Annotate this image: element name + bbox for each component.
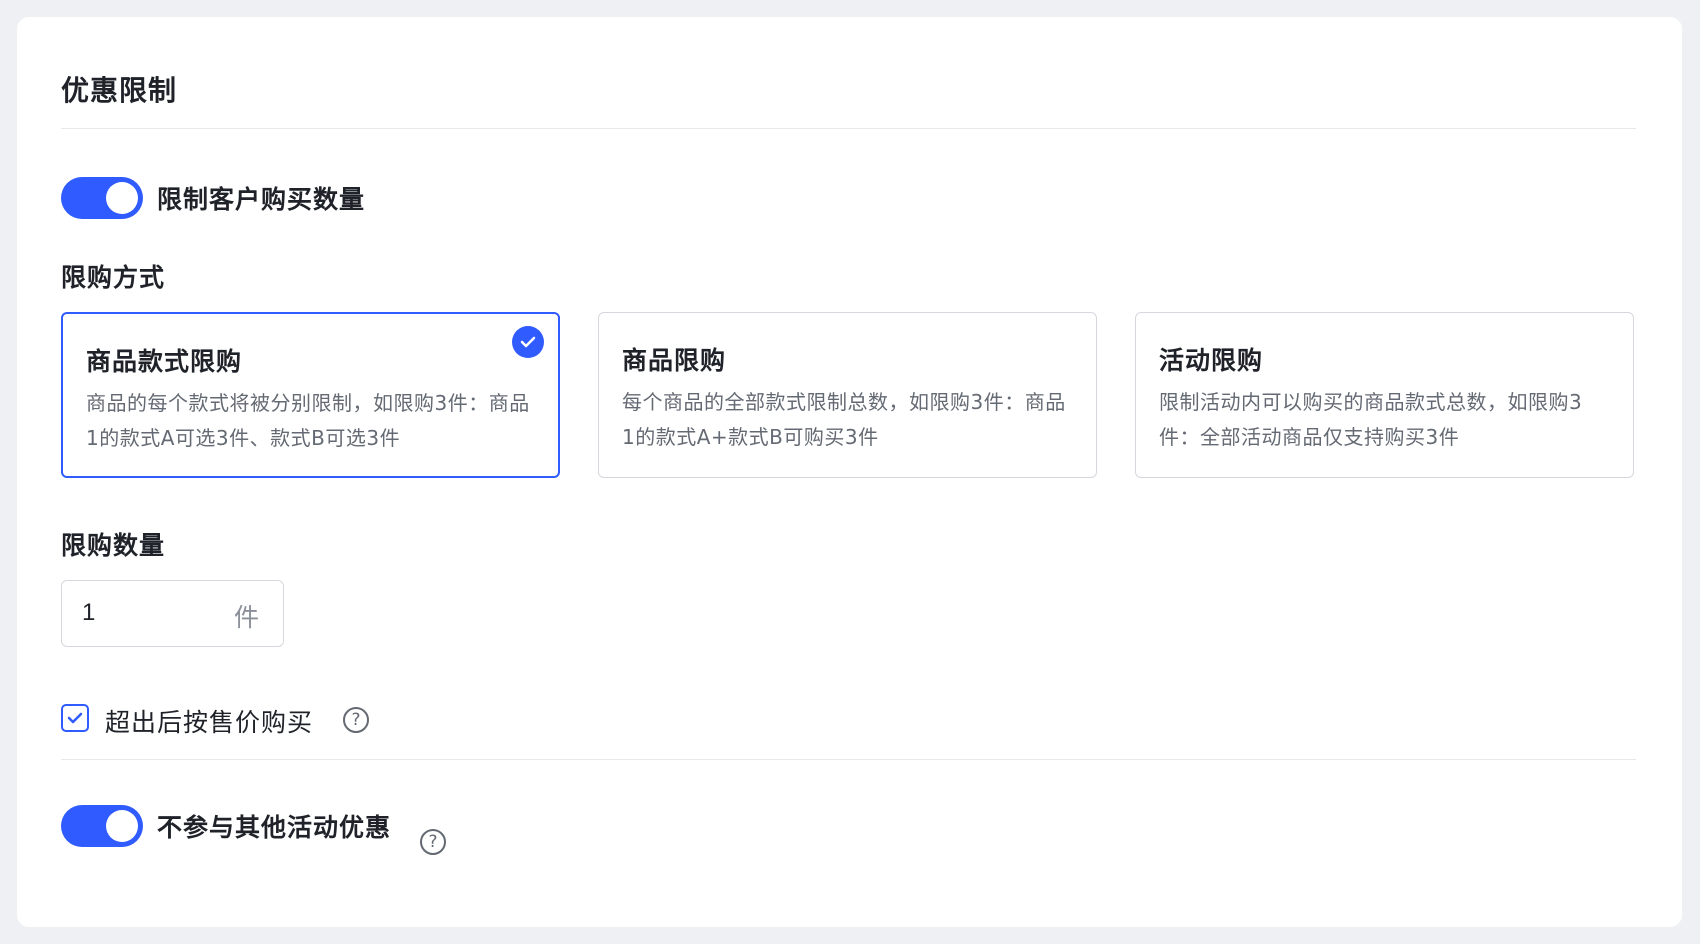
section-divider (61, 759, 1636, 760)
quantity-unit: 件 (233, 603, 259, 632)
toggle-knob (106, 182, 138, 214)
limit-purchase-toggle[interactable] (61, 177, 143, 219)
option-product-limit[interactable]: 商品限购 每个商品的全部款式限制总数，如限购3件：商品1的款式A+款式B可购买3… (598, 312, 1097, 478)
option-description: 商品的每个款式将被分别限制，如限购3件：商品1的款式A可选3件、款式B可选3件 (86, 391, 530, 450)
option-style-limit[interactable]: 商品款式限购 商品的每个款式将被分别限制，如限购3件：商品1的款式A可选3件、款… (61, 312, 560, 478)
discount-limit-card: 优惠限制 限制客户购买数量 限购方式 商品款式限购 商品的每个款式将被分别限制，… (17, 17, 1682, 927)
limit-quantity-field: 件 (61, 580, 284, 647)
limit-purchase-toggle-label: 限制客户购买数量 (157, 185, 366, 214)
exclude-other-promotions-label: 不参与其他活动优惠 (157, 813, 392, 842)
selected-check-icon (512, 326, 544, 358)
header-divider (61, 128, 1636, 129)
section-title: 优惠限制 (61, 74, 178, 107)
option-title: 活动限购 (1159, 346, 1264, 375)
limit-method-label: 限购方式 (61, 263, 166, 292)
option-title: 商品款式限购 (86, 347, 243, 376)
help-icon[interactable]: ? (420, 829, 446, 855)
exclude-other-promotions-toggle[interactable] (61, 805, 143, 847)
option-description: 限制活动内可以购买的商品款式总数，如限购3件：全部活动商品仅支持购买3件 (1159, 390, 1583, 449)
option-description: 每个商品的全部款式限制总数，如限购3件：商品1的款式A+款式B可购买3件 (622, 390, 1066, 449)
help-icon[interactable]: ? (343, 707, 369, 733)
overflow-price-checkbox-label[interactable]: 超出后按售价购买 (105, 703, 313, 739)
overflow-price-checkbox[interactable] (61, 704, 89, 732)
limit-quantity-label: 限购数量 (61, 531, 166, 560)
option-title: 商品限购 (622, 346, 727, 375)
toggle-knob (106, 810, 138, 842)
option-activity-limit[interactable]: 活动限购 限制活动内可以购买的商品款式总数，如限购3件：全部活动商品仅支持购买3… (1135, 312, 1634, 478)
limit-quantity-input[interactable] (82, 599, 202, 627)
